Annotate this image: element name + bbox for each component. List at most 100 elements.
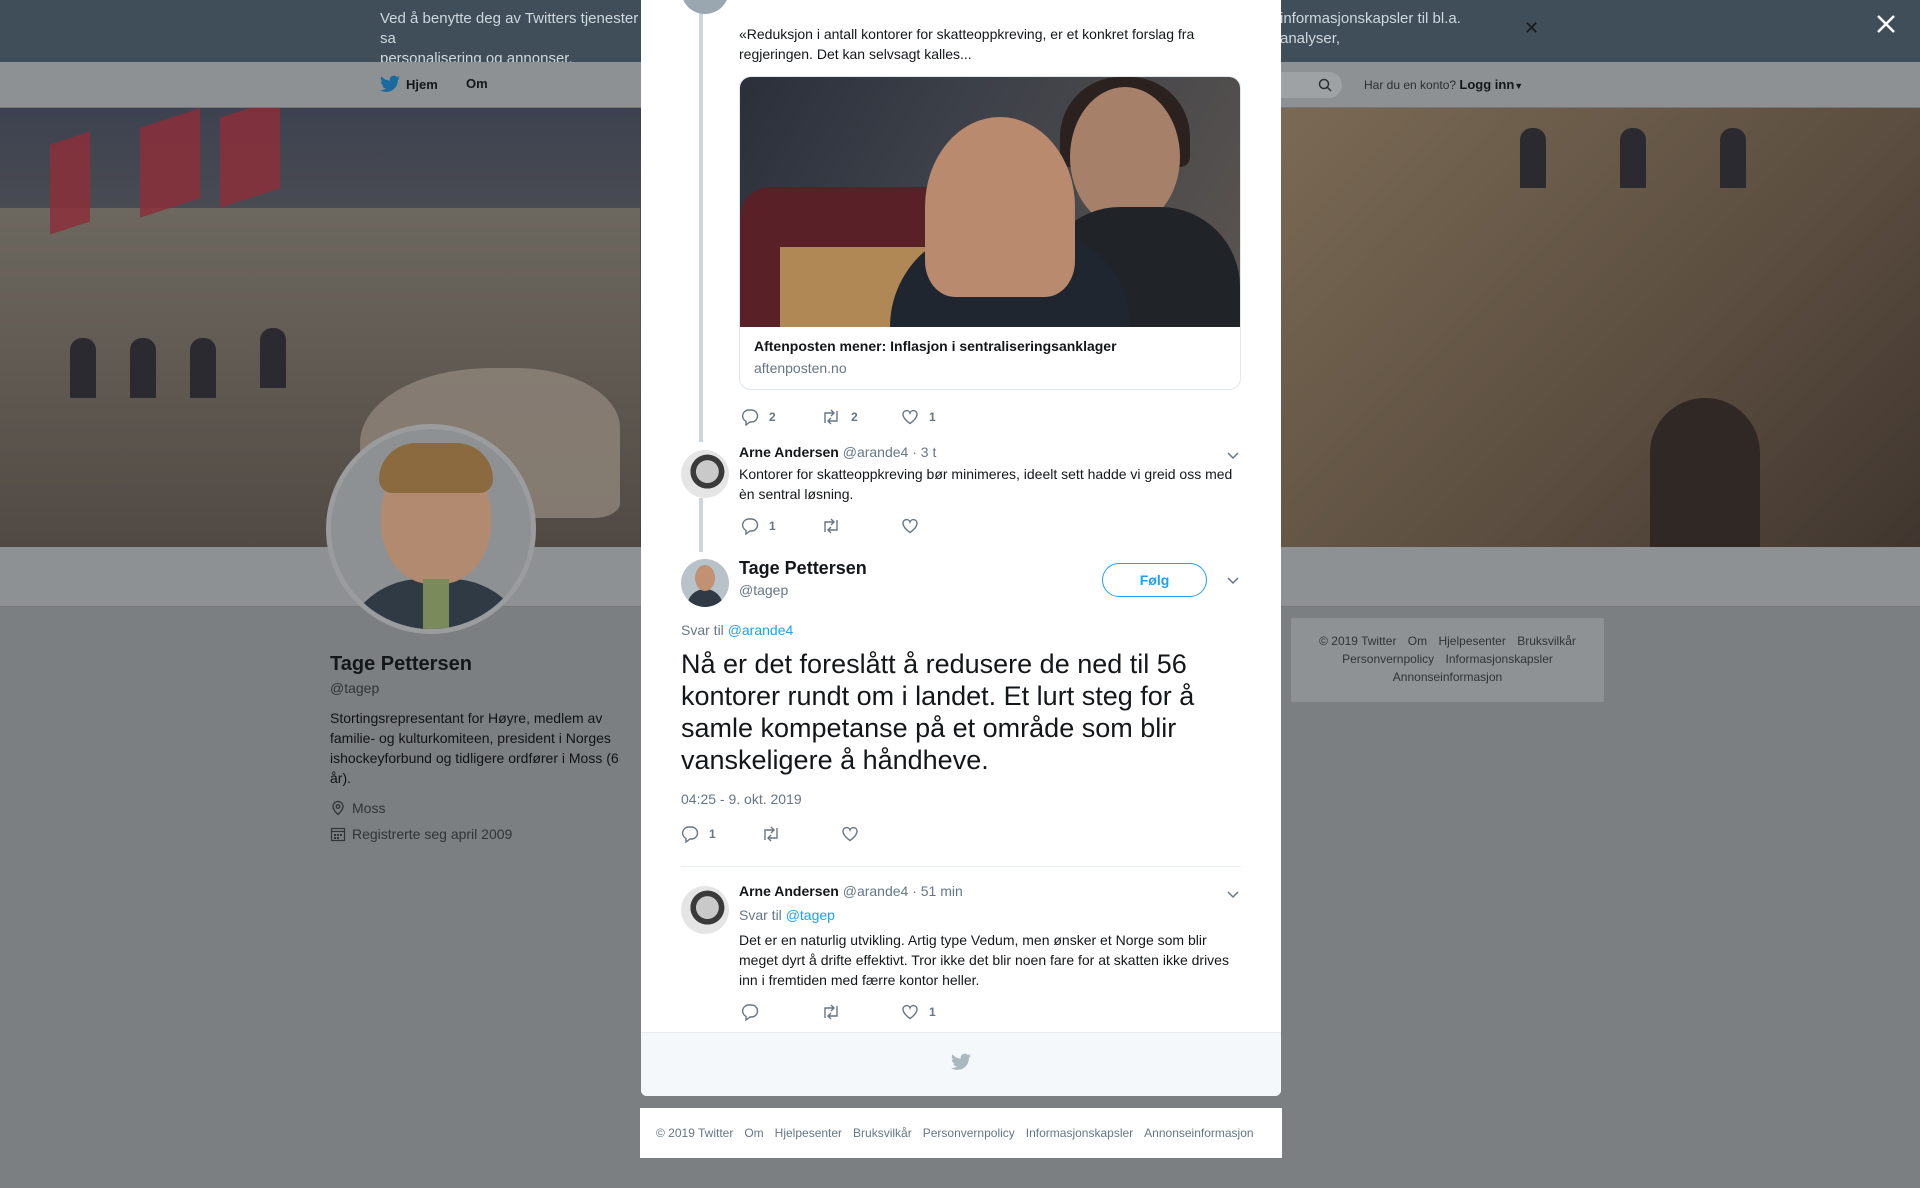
chevron-down-icon[interactable] (1226, 448, 1240, 462)
tweet-text: «Reduksjon i antall kontorer for skatteo… (739, 26, 1195, 62)
tweet-time[interactable]: · 3 t (912, 444, 936, 460)
profile-name[interactable]: Tage Pettersen (330, 652, 620, 676)
tweet-text: Kontorer for skatteoppkreving bør minime… (739, 466, 1233, 502)
link-card-image (740, 77, 1240, 327)
author-name[interactable]: Tage Pettersen (739, 558, 867, 579)
link-card-title: Aftenposten mener: Inflasjon i sentralis… (754, 338, 1117, 354)
retweet-icon (824, 409, 838, 425)
avatar[interactable] (681, 0, 729, 14)
footer-copyright: © 2019 Twitter (1319, 634, 1397, 648)
cookie-text-right: informasjonskapsler til bl.a. analyser, (1280, 10, 1461, 47)
calendar-icon (330, 827, 346, 842)
author-handle[interactable]: @arande4 (843, 444, 909, 460)
nav-home-label: Hjem (406, 76, 438, 92)
author-handle[interactable]: @arande4 (843, 883, 909, 899)
like-button[interactable]: 1 (901, 1003, 981, 1021)
banner-window (1720, 128, 1746, 188)
like-button[interactable]: 1 (901, 408, 981, 426)
footer-link-privacy[interactable]: Personvernpolicy (1342, 652, 1434, 666)
modal-footer (641, 1032, 1281, 1096)
footer-copyright: © 2019 Twitter (656, 1126, 734, 1140)
banner-flag (50, 131, 90, 235)
like-icon (902, 518, 918, 534)
retweet-icon (824, 1004, 838, 1020)
divider (681, 866, 1241, 867)
bottom-footer: © 2019 Twitter Om Hjelpesenter Bruksvilk… (640, 1108, 1282, 1158)
chevron-down-icon[interactable] (1226, 573, 1240, 587)
footer-link-ads[interactable]: Annonseinformasjon (1393, 670, 1502, 684)
tweet-header: Arne Andersen @arande4 · 51 min (739, 883, 963, 899)
reply-button[interactable]: 1 (681, 825, 761, 843)
footer-link-help[interactable]: Hjelpesenter (1438, 634, 1505, 648)
banner-window (1520, 128, 1546, 188)
footer-link-about[interactable]: Om (1408, 634, 1427, 648)
footer-link-ads[interactable]: Annonseinformasjon (1144, 1126, 1253, 1140)
footer-link-privacy[interactable]: Personvernpolicy (923, 1126, 1015, 1140)
banner-window (130, 338, 156, 398)
thread-line (699, 0, 703, 442)
author-name[interactable]: Arne Andersen (739, 883, 839, 899)
twitter-bird-icon (951, 1053, 971, 1070)
search-icon (1318, 78, 1332, 92)
close-icon[interactable] (1874, 12, 1898, 36)
like-icon (902, 409, 918, 425)
profile-avatar[interactable] (326, 424, 536, 634)
reply-icon (681, 826, 699, 843)
follow-button[interactable]: Følg (1102, 563, 1207, 597)
reply-to-link[interactable]: @arande4 (728, 622, 794, 638)
nav-about-link[interactable]: Om (466, 76, 488, 91)
retweet-button[interactable] (821, 517, 901, 535)
tweet-actions: 1 (741, 517, 981, 535)
chevron-down-icon: ▼ (1514, 81, 1524, 91)
reply-to-label: Svar til @tagep (739, 907, 835, 923)
location-icon (332, 800, 344, 816)
tweet-modal: «Reduksjon i antall kontorer for skatteo… (641, 0, 1281, 1096)
reply-button[interactable] (741, 1003, 821, 1021)
author-handle[interactable]: @tagep (739, 582, 788, 598)
banner-window (260, 328, 286, 388)
reply-to-label: Svar til @arande4 (681, 622, 794, 638)
retweet-button[interactable]: 2 (821, 408, 901, 426)
profile-handle[interactable]: @tagep (330, 680, 620, 696)
profile-bio: Stortingsrepresentant for Høyre, medlem … (330, 710, 619, 786)
like-button[interactable] (901, 517, 981, 535)
tweet-timestamp[interactable]: 04:25 - 9. okt. 2019 (681, 791, 802, 807)
avatar[interactable] (681, 450, 729, 498)
retweet-button[interactable] (821, 1003, 901, 1021)
like-button[interactable] (841, 825, 921, 843)
tweet-text: Det er en naturlig utvikling. Artig type… (739, 932, 1229, 988)
like-icon (842, 826, 858, 842)
reply-button[interactable]: 2 (741, 408, 821, 426)
footer-link-help[interactable]: Hjelpesenter (775, 1126, 842, 1140)
account-prompt: Har du en konto? Logg inn▼ (1364, 77, 1524, 92)
chevron-down-icon[interactable] (1226, 887, 1240, 901)
footer-link-about[interactable]: Om (744, 1126, 763, 1140)
retweet-icon (824, 518, 838, 534)
tweet-header: Arne Andersen @arande4 · 3 t (739, 444, 936, 460)
reply-button[interactable]: 1 (741, 517, 821, 535)
cookie-close-icon[interactable]: ✕ (1524, 18, 1540, 38)
sidebar-footer: © 2019 Twitter Om Hjelpesenter Bruksvilk… (1291, 618, 1604, 702)
avatar[interactable] (681, 559, 729, 607)
thread-line (699, 498, 703, 552)
like-icon (902, 1004, 918, 1020)
reply-icon (741, 1004, 759, 1021)
nav-home-link[interactable]: Hjem (380, 75, 438, 93)
login-link[interactable]: Logg inn (1459, 77, 1514, 92)
avatar[interactable] (681, 886, 729, 934)
main-tweet-text: Nå er det foreslått å redusere de ned ti… (681, 649, 1195, 775)
retweet-button[interactable] (761, 825, 841, 843)
tweet-time[interactable]: · 51 min (912, 883, 963, 899)
footer-link-terms[interactable]: Bruksvilkår (1517, 634, 1576, 648)
link-card[interactable]: Aftenposten mener: Inflasjon i sentralis… (739, 76, 1241, 390)
twitter-bird-icon (380, 75, 400, 92)
footer-link-cookies[interactable]: Informasjonskapsler (1026, 1126, 1133, 1140)
cookie-text-left: Ved å benytte deg av Twitters tjenester … (380, 10, 639, 67)
author-name[interactable]: Arne Andersen (739, 444, 839, 460)
reply-to-link[interactable]: @tagep (786, 907, 835, 923)
reply-icon (741, 409, 759, 426)
profile-joined: Registrerte seg april 2009 (330, 826, 620, 842)
footer-link-terms[interactable]: Bruksvilkår (853, 1126, 912, 1140)
banner-building-right (1280, 108, 1920, 547)
footer-link-cookies[interactable]: Informasjonskapsler (1446, 652, 1553, 666)
